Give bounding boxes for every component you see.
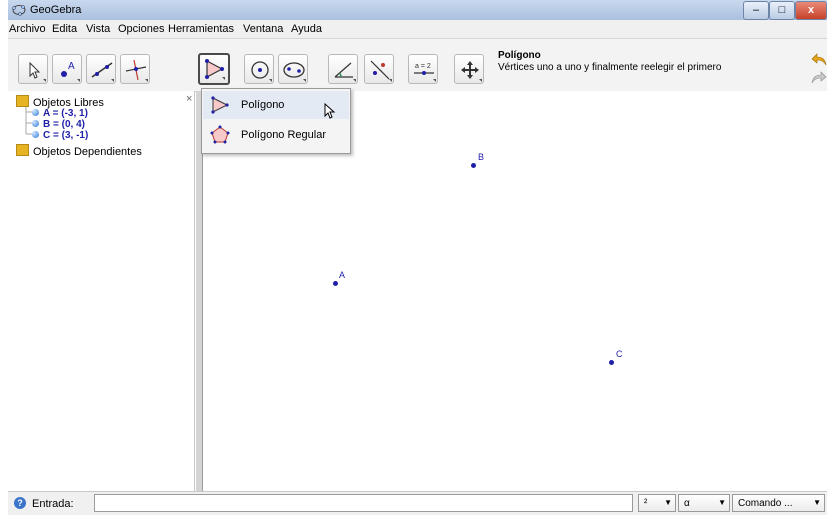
folder-icon	[16, 144, 29, 156]
greek-select-value: α	[684, 498, 690, 509]
object-row-b[interactable]: B = (0, 4)	[32, 119, 85, 130]
polygon-tool[interactable]	[198, 53, 230, 85]
object-row-c[interactable]: C = (3, -1)	[32, 130, 88, 141]
algebra-view: Objetos Libres A = (-3, 1) B = (0, 4) C …	[8, 91, 195, 491]
slider-tool[interactable]: a = 2	[408, 54, 438, 84]
slider-tool-label: a = 2	[415, 63, 431, 70]
menu-item-regular-polygon-label: Polígono Regular	[241, 129, 327, 141]
angle-icon	[334, 62, 356, 82]
ellipse-icon	[283, 62, 306, 82]
point-c-label: C	[616, 349, 623, 359]
greek-select[interactable]: α ▼	[678, 494, 730, 512]
undo-icon[interactable]	[811, 53, 827, 66]
dependent-objects-folder[interactable]: Objetos Dependientes	[16, 144, 142, 158]
command-select[interactable]: Comando ... ▼	[732, 494, 825, 512]
angle-tool[interactable]	[328, 54, 358, 84]
object-a-text: A = (-3, 1)	[43, 108, 88, 119]
line-icon	[91, 62, 114, 82]
move-tool[interactable]	[18, 54, 48, 84]
help-icon[interactable]: ?	[14, 497, 26, 509]
geogebra-logo-icon	[12, 5, 26, 16]
menu-item-regular-polygon[interactable]: Polígono Regular	[203, 121, 349, 149]
polygon-icon	[205, 59, 225, 80]
reflect-icon	[370, 60, 392, 82]
input-label: Entrada:	[32, 498, 74, 510]
tree-lines	[25, 107, 32, 135]
maximize-button[interactable]: □	[769, 1, 795, 20]
regular-polygon-icon	[210, 125, 230, 144]
minimize-button[interactable]: –	[743, 1, 769, 20]
input-field[interactable]	[94, 494, 633, 512]
tool-tooltip-title: Polígono	[498, 50, 541, 61]
folder-icon	[16, 95, 29, 107]
reflect-tool[interactable]	[364, 54, 394, 84]
symbol-select-value: ²	[644, 498, 648, 509]
chevron-down-icon: ▼	[664, 498, 672, 507]
polygon-icon	[211, 96, 229, 114]
redo-icon[interactable]	[811, 71, 827, 84]
point-tool-label: A	[68, 61, 75, 72]
menu-bar: Archivo Edita Vista Opciones Herramienta…	[8, 20, 827, 39]
polygon-tool-menu: Polígono Polígono Regular	[201, 88, 351, 154]
point-a[interactable]	[333, 281, 338, 286]
close-panel-icon[interactable]: ×	[186, 93, 192, 105]
arrow-cursor-icon	[29, 61, 46, 82]
geogebra-window: GeoGebra – □ x Archivo Edita Vista Opcio…	[8, 0, 827, 515]
close-button[interactable]: x	[795, 1, 827, 20]
chevron-down-icon: ▼	[813, 498, 821, 507]
menu-ayuda[interactable]: Ayuda	[291, 23, 322, 35]
point-a-label: A	[339, 270, 346, 280]
point-b[interactable]	[471, 163, 476, 168]
line-tool[interactable]	[86, 54, 116, 84]
command-select-value: Comando ...	[738, 498, 793, 509]
conic-tool[interactable]	[278, 54, 308, 84]
move-view-tool[interactable]	[454, 54, 484, 84]
menu-item-polygon-label: Polígono	[241, 99, 285, 111]
point-b-label: B	[478, 152, 485, 162]
mouse-cursor-icon	[324, 103, 336, 119]
point-icon: A	[61, 61, 80, 82]
window-title: GeoGebra	[30, 4, 82, 16]
object-row-a[interactable]: A = (-3, 1)	[32, 108, 88, 119]
object-b-text: B = (0, 4)	[43, 119, 85, 130]
input-bar: ? Entrada: ² ▼ α ▼ Comando ... ▼	[8, 491, 827, 515]
object-c-text: C = (3, -1)	[43, 130, 89, 141]
move-view-icon	[461, 61, 482, 82]
tool-tooltip-description: Vértices uno a uno y finalmente reelegir…	[498, 62, 722, 73]
point-c[interactable]	[609, 360, 614, 365]
dependent-objects-label: Objetos Dependientes	[33, 146, 142, 158]
perpendicular-tool[interactable]	[120, 54, 150, 84]
toolbar: A a = 2 Polígono Vértices uno a uno y fi…	[8, 39, 827, 92]
menu-archivo[interactable]: Archivo	[9, 23, 46, 35]
perpendicular-icon	[125, 59, 148, 82]
circle-tool[interactable]	[244, 54, 274, 84]
menu-opciones[interactable]: Opciones	[118, 23, 164, 35]
title-bar: GeoGebra – □ x	[8, 0, 827, 21]
chevron-down-icon: ▼	[718, 498, 726, 507]
symbol-select[interactable]: ² ▼	[638, 494, 676, 512]
slider-icon: a = 2	[414, 63, 436, 82]
menu-ventana[interactable]: Ventana	[243, 23, 283, 35]
circle-icon	[251, 61, 272, 82]
menu-herramientas[interactable]: Herramientas	[168, 23, 234, 35]
point-tool[interactable]: A	[52, 54, 82, 84]
menu-edita[interactable]: Edita	[52, 23, 77, 35]
menu-vista[interactable]: Vista	[86, 23, 110, 35]
